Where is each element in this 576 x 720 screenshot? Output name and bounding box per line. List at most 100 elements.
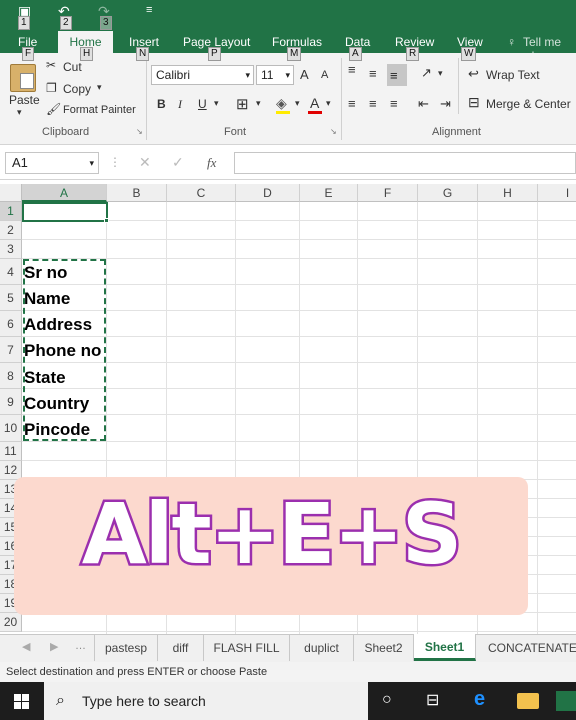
row-header[interactable]: 2 <box>0 221 22 240</box>
row-header[interactable]: 5 <box>0 285 22 311</box>
scroll-left-icon[interactable]: ◀ <box>22 640 30 653</box>
sheet-tab[interactable]: FLASH FILL <box>204 635 290 661</box>
merge-center-icon: ⊟ <box>468 94 480 110</box>
copy-button[interactable]: Copy <box>63 82 91 96</box>
merge-center-button[interactable]: Merge & Center <box>486 97 571 111</box>
paste-icon[interactable] <box>10 64 36 92</box>
row-header[interactable]: 7 <box>0 337 22 363</box>
increase-indent-icon[interactable]: ⇥ <box>440 96 451 112</box>
more-sheets-icon[interactable]: … <box>75 640 86 652</box>
row-header[interactable]: 4 <box>0 259 22 285</box>
bottom-align-icon[interactable]: ≡ <box>387 64 407 86</box>
format-painter-icon[interactable]: 🖌 <box>46 102 61 116</box>
cell-a6[interactable]: Address <box>24 315 92 335</box>
borders-dropdown-icon[interactable]: ▾ <box>256 98 261 109</box>
sheet-tab[interactable]: diff <box>158 635 204 661</box>
font-color-dropdown-icon[interactable]: ▾ <box>326 98 331 109</box>
selected-cell-a1[interactable] <box>22 202 108 222</box>
cell-a9[interactable]: Country <box>24 394 89 414</box>
task-view-icon[interactable]: ⊟ <box>426 690 439 710</box>
bold-button[interactable]: B <box>157 97 166 111</box>
row-header[interactable]: 8 <box>0 363 22 389</box>
align-right-icon[interactable]: ≡ <box>390 96 398 111</box>
search-icon: ⌕ <box>56 692 65 709</box>
column-header[interactable]: F <box>358 184 418 202</box>
paste-dropdown-icon[interactable]: ▾ <box>17 107 22 118</box>
file-explorer-icon[interactable] <box>517 693 539 709</box>
gridline <box>537 202 538 634</box>
fill-handle[interactable] <box>104 218 109 223</box>
cortana-icon[interactable]: ○ <box>382 691 392 709</box>
copy-icon[interactable]: ❐ <box>46 81 57 95</box>
row-header[interactable]: 3 <box>0 240 22 259</box>
cell-a10[interactable]: Pincode <box>24 420 90 440</box>
format-painter-button[interactable]: Format Painter <box>63 104 136 116</box>
column-header[interactable]: B <box>107 184 167 202</box>
cell-a5[interactable]: Name <box>24 289 70 309</box>
formula-input[interactable] <box>234 152 576 174</box>
copy-dropdown-icon[interactable]: ▾ <box>97 82 102 93</box>
font-color-icon[interactable]: A <box>310 95 319 111</box>
orientation-icon[interactable]: ↗ <box>421 65 432 81</box>
edge-icon[interactable]: e <box>474 688 485 711</box>
align-center-icon[interactable]: ≡ <box>369 96 377 111</box>
column-header[interactable]: D <box>236 184 300 202</box>
row-header[interactable]: 10 <box>0 415 22 442</box>
windows-taskbar: ⌕ Type here to search ○ ⊟ e <box>0 682 576 720</box>
underline-button[interactable]: U <box>198 97 207 111</box>
italic-button[interactable]: I <box>178 97 182 112</box>
cell-a8[interactable]: State <box>24 368 66 388</box>
column-header[interactable]: E <box>300 184 358 202</box>
align-left-icon[interactable]: ≡ <box>348 96 356 111</box>
clipboard-launcher-icon[interactable]: ↘ <box>136 127 143 136</box>
sheet-tab-active[interactable]: Sheet1 <box>414 634 476 661</box>
cell-a4[interactable]: Sr no <box>24 263 67 283</box>
orientation-dropdown-icon[interactable]: ▾ <box>438 68 443 79</box>
sheet-tab[interactable]: duplict <box>290 635 354 661</box>
column-header[interactable]: C <box>167 184 236 202</box>
column-header[interactable]: G <box>418 184 478 202</box>
fill-dropdown-icon[interactable]: ▾ <box>295 98 300 109</box>
font-name-select[interactable]: Calibri ▾ <box>151 65 254 85</box>
sheet-tab[interactable]: Sheet2 <box>354 635 414 661</box>
row-header[interactable]: 1 <box>0 202 22 221</box>
top-align-icon[interactable]: ≡ <box>348 62 356 77</box>
windows-start-icon[interactable] <box>14 694 29 709</box>
wrap-text-button[interactable]: Wrap Text <box>486 68 540 82</box>
middle-align-icon[interactable]: ≡ <box>369 66 377 81</box>
grow-font-button[interactable]: A <box>300 67 309 82</box>
formula-bar-grip-icon: ⋮ <box>109 155 121 169</box>
chevron-down-icon: ▾ <box>285 70 290 80</box>
shrink-font-button[interactable]: A <box>321 69 328 81</box>
excel-taskbar-icon[interactable] <box>556 691 576 711</box>
keytip-undo: 2 <box>60 16 72 30</box>
underline-dropdown-icon[interactable]: ▾ <box>214 98 219 109</box>
scroll-right-icon[interactable]: ▶ <box>50 640 58 653</box>
row-header[interactable]: 20 <box>0 613 22 632</box>
borders-icon[interactable]: ⊞ <box>236 95 249 113</box>
insert-function-button[interactable]: fx <box>207 155 216 171</box>
column-header[interactable]: I <box>538 184 576 202</box>
decrease-indent-icon[interactable]: ⇤ <box>418 96 429 112</box>
cancel-icon[interactable]: ✕ <box>139 154 151 171</box>
cut-icon[interactable]: ✂ <box>46 58 56 72</box>
row-header[interactable]: 6 <box>0 311 22 337</box>
column-header[interactable]: H <box>478 184 538 202</box>
select-all-corner[interactable] <box>0 184 22 202</box>
cell-a7[interactable]: Phone no <box>24 341 101 361</box>
font-launcher-icon[interactable]: ↘ <box>330 127 337 136</box>
enter-icon[interactable]: ✓ <box>172 154 184 171</box>
sheet-tab[interactable]: CONCATENATE <box>476 635 576 661</box>
sheet-tab[interactable]: pastesp <box>94 635 158 661</box>
cut-button[interactable]: Cut <box>63 60 82 74</box>
row-header[interactable]: 9 <box>0 389 22 415</box>
row-header[interactable]: 11 <box>0 442 22 461</box>
keytip-page-layout: P <box>208 47 221 61</box>
customize-qat-icon[interactable]: ≡ <box>146 4 152 16</box>
fill-color-icon[interactable]: ◈ <box>276 95 287 112</box>
column-header[interactable]: A <box>22 184 107 202</box>
font-size-select[interactable]: 11 ▾ <box>256 65 294 85</box>
name-box[interactable]: A1 ▾ <box>5 152 99 174</box>
paste-button[interactable]: Paste <box>9 93 40 107</box>
taskbar-search-box[interactable]: ⌕ Type here to search <box>44 682 368 720</box>
